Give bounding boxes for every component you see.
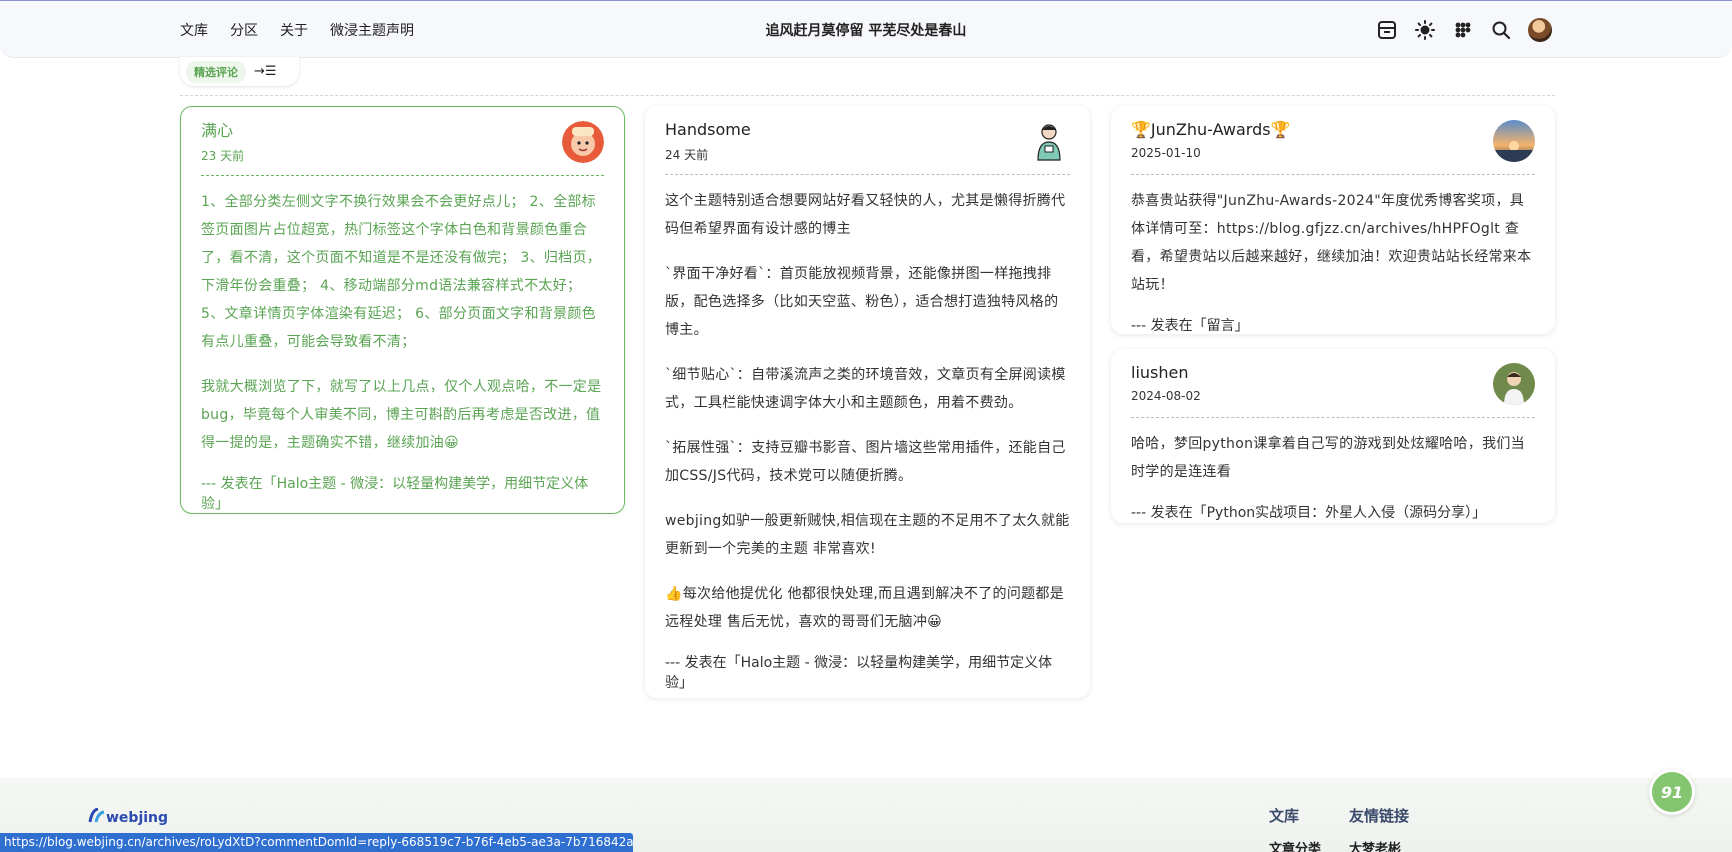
comment-time: 2024-08-02 xyxy=(1131,389,1201,403)
comment-time: 23 天前 xyxy=(201,149,245,163)
apps-icon[interactable] xyxy=(1452,19,1474,41)
comment-source-link[interactable]: --- 发表在「留言」 xyxy=(1131,316,1535,336)
comment-header: Handsome 24 天前 xyxy=(665,120,1070,175)
footer-logo[interactable]: webjing xyxy=(88,807,169,826)
footer-logo-text: webjing xyxy=(106,810,169,826)
comment-source-link[interactable]: --- 发表在「Python实战项目：外星人入侵（源码分享）」 xyxy=(1131,503,1535,523)
comment-source-link[interactable]: --- 发表在「Halo主题 - 微浸：以轻量构建美学，用细节定义体验」 xyxy=(201,474,604,514)
archive-icon[interactable] xyxy=(1376,19,1398,41)
comment-author[interactable]: liushen xyxy=(1131,363,1535,383)
comment-filter-bar: 精选评论 →☰ xyxy=(180,57,299,86)
avatar[interactable] xyxy=(1028,120,1070,162)
comment-header: 满心 23 天前 xyxy=(201,121,604,176)
user-avatar[interactable] xyxy=(1528,18,1552,42)
comment-source-link[interactable]: --- 发表在「Halo主题 - 微浸：以轻量构建美学，用细节定义体验」 xyxy=(665,653,1070,693)
comment-paragraph: `拓展性强`：支持豆瓣书影音、图片墙这些常用插件，还能自己加CSS/JS代码，技… xyxy=(665,440,1066,484)
footer-link[interactable]: 文章分类 xyxy=(1269,838,1321,852)
footer-col-friend-links: 友情链接 大梦老彬 xyxy=(1349,805,1409,852)
comment-paragraph: `细节贴心`：自带溪流声之类的环境音效，文章页有全屏阅读模式，工具栏能快速调字体… xyxy=(665,367,1066,411)
comment-card[interactable]: Handsome 24 天前 这个主题特别适合想要网站好看又轻快的人，尤其是懒得… xyxy=(645,106,1090,698)
comment-paragraph: 1、全部分类左侧文字不换行效果会不会更好点儿； 2、全部标签页面图片占位超宽，热… xyxy=(201,194,602,350)
footer-link[interactable]: 大梦老彬 xyxy=(1349,838,1409,852)
comment-author[interactable]: Handsome xyxy=(665,120,1070,140)
comment-paragraph: 👍每次给他提优化 他都很快处理,而且遇到解决不了的问题都是远程处理 售后无忧，喜… xyxy=(665,586,1065,630)
comment-card[interactable]: 🏆JunZhu-Awards🏆 2025-01-10 恭喜贵站获得"JunZhu… xyxy=(1111,106,1555,334)
nav-tools xyxy=(1376,18,1552,42)
featured-comments-tab[interactable]: 精选评论 xyxy=(186,60,246,83)
comment-author[interactable]: 满心 xyxy=(201,121,604,141)
comment-paragraph: `界面干净好看`：首页能放视频背景，还能像拼图一样拖拽排版，配色选择多（比如天空… xyxy=(665,266,1059,338)
comment-time: 24 天前 xyxy=(665,148,709,162)
comment-header: 🏆JunZhu-Awards🏆 2025-01-10 xyxy=(1131,120,1535,175)
comment-paragraph: 这个主题特别适合想要网站好看又轻快的人，尤其是懒得折腾代码但希望界面有设计感的博… xyxy=(665,193,1066,237)
comment-header: liushen 2024-08-02 xyxy=(1131,363,1535,418)
section-divider xyxy=(180,95,1555,96)
search-icon[interactable] xyxy=(1490,19,1512,41)
visit-count-badge[interactable]: 91 xyxy=(1649,769,1695,815)
comment-paragraph: 哈哈，梦回python课拿着自己写的游戏到处炫耀哈哈，我们当时学的是连连看 xyxy=(1131,436,1525,480)
comment-paragraph: webjing如驴一般更新贼快,相信现在主题的不足用不了太久就能更新到一个完美的… xyxy=(665,513,1070,557)
comment-paragraph: 我就大概浏览了下，就写了以上几点，仅个人观点哈，不一定是bug，毕竟每个人审美不… xyxy=(201,379,602,451)
footer-heading: 友情链接 xyxy=(1349,807,1410,825)
avatar[interactable] xyxy=(562,121,604,163)
avatar[interactable] xyxy=(1493,120,1535,162)
comment-time: 2025-01-10 xyxy=(1131,146,1201,160)
footer-heading: 文库 xyxy=(1269,807,1300,825)
comment-card[interactable]: liushen 2024-08-02 哈哈，梦回python课拿着自己写的游戏到… xyxy=(1111,349,1555,523)
sort-toggle-icon[interactable]: →☰ xyxy=(254,64,277,79)
sun-icon[interactable] xyxy=(1414,19,1436,41)
comment-card[interactable]: 满心 23 天前 1、全部分类左侧文字不换行效果会不会更好点儿； 2、全部标签页… xyxy=(180,106,625,514)
comment-paragraph: 恭喜贵站获得"JunZhu-Awards-2024"年度优秀博客奖项，具体详情可… xyxy=(1131,193,1532,293)
comment-author[interactable]: 🏆JunZhu-Awards🏆 xyxy=(1131,120,1535,140)
browser-status-url: https://blog.webjing.cn/archives/roLydXt… xyxy=(0,833,633,852)
top-navbar: 文库 分区 关于 微浸主题声明 追风赶月莫停留 平芜尽处是春山 xyxy=(0,1,1732,58)
footer-col-library: 文库 文章分类 xyxy=(1269,805,1321,852)
avatar[interactable] xyxy=(1493,363,1535,405)
